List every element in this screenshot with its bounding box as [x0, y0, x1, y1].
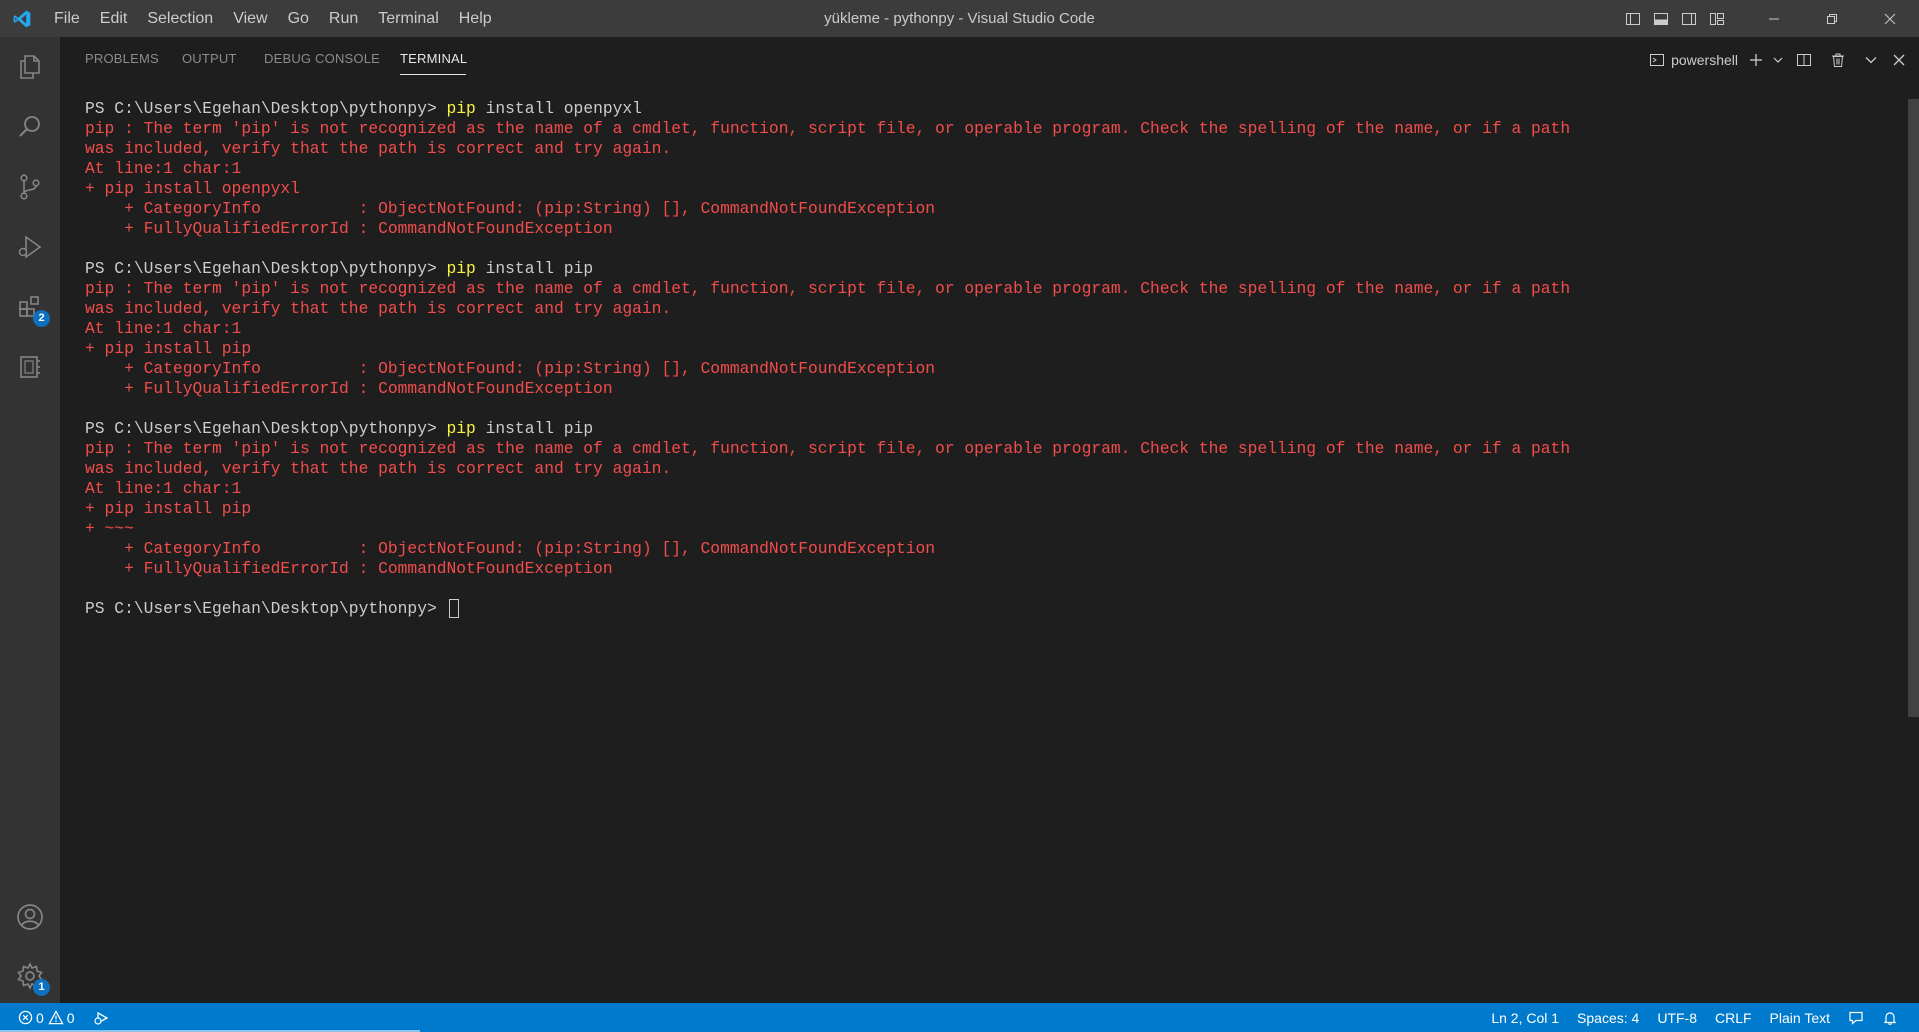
run-and-debug-icon[interactable] — [0, 217, 60, 277]
error-icon — [18, 1010, 33, 1025]
minimize-button[interactable] — [1745, 0, 1803, 37]
notifications-bell-icon[interactable] — [1873, 1003, 1907, 1032]
menu-bar: File Edit Selection View Go Run Terminal… — [44, 0, 502, 37]
menu-selection[interactable]: Selection — [137, 0, 223, 37]
error-count: 0 — [36, 1009, 44, 1026]
error-line: + FullyQualifiedErrorId : CommandNotFoun… — [85, 219, 613, 238]
toggle-panel-icon[interactable] — [1647, 0, 1675, 37]
cursor-position[interactable]: Ln 2, Col 1 — [1482, 1003, 1568, 1032]
terminal-icon — [1650, 53, 1665, 66]
tab-output[interactable]: OUTPUT — [182, 51, 237, 66]
prompt-line: PS C:\Users\Egehan\Desktop\pythonpy> pip… — [85, 99, 642, 118]
tab-terminal[interactable]: TERMINAL — [400, 51, 467, 66]
current-prompt-line[interactable]: PS C:\Users\Egehan\Desktop\pythonpy> — [85, 599, 1885, 619]
panel-header: PROBLEMS OUTPUT DEBUG CONSOLE TERMINAL p… — [60, 37, 1919, 82]
error-line: was included, verify that the path is co… — [85, 299, 672, 318]
line-ending[interactable]: CRLF — [1706, 1003, 1761, 1032]
terminal-output[interactable]: PS C:\Users\Egehan\Desktop\pythonpy> pip… — [85, 99, 1885, 999]
prompt-line: PS C:\Users\Egehan\Desktop\pythonpy> pip… — [85, 419, 594, 438]
error-line: + pip install pip — [85, 339, 252, 358]
accounts-icon[interactable] — [0, 887, 60, 947]
error-line: + ~~~ — [85, 519, 134, 538]
settings-badge: 1 — [33, 979, 50, 996]
source-control-icon[interactable] — [0, 157, 60, 217]
plus-icon — [1750, 53, 1762, 66]
active-tab-indicator — [400, 74, 466, 75]
error-line: was included, verify that the path is co… — [85, 139, 672, 158]
warning-count: 0 — [66, 1009, 75, 1026]
menu-terminal[interactable]: Terminal — [368, 0, 448, 37]
menu-view[interactable]: View — [223, 0, 277, 37]
menu-file[interactable]: File — [44, 0, 90, 37]
shell-name: powershell — [1671, 51, 1738, 68]
activity-bar: 2 1 — [0, 37, 60, 1003]
extensions-badge: 2 — [33, 310, 50, 327]
error-line: At line:1 char:1 — [85, 319, 242, 338]
toggle-secondary-sidebar-icon[interactable] — [1675, 0, 1703, 37]
terminal-shell-selector[interactable]: powershell — [1644, 37, 1743, 82]
prompt-line: PS C:\Users\Egehan\Desktop\pythonpy> pip… — [85, 259, 594, 278]
menu-run[interactable]: Run — [319, 0, 368, 37]
error-line: was included, verify that the path is co… — [85, 459, 672, 478]
title-bar: File Edit Selection View Go Run Terminal… — [0, 0, 1919, 37]
warning-icon — [48, 1010, 64, 1025]
extensions-icon[interactable]: 2 — [0, 277, 60, 337]
error-line: + CategoryInfo : ObjectNotFound: (pip:St… — [85, 359, 936, 378]
error-line: At line:1 char:1 — [85, 479, 242, 498]
kill-terminal-trash-icon[interactable] — [1821, 37, 1855, 82]
new-terminal-button[interactable] — [1743, 37, 1769, 82]
vscode-logo-icon — [0, 0, 44, 37]
feedback-icon[interactable] — [1839, 1003, 1873, 1032]
language-mode[interactable]: Plain Text — [1761, 1003, 1839, 1032]
menu-go[interactable]: Go — [278, 0, 319, 37]
maximize-panel-chevron-icon[interactable] — [1855, 37, 1887, 82]
tab-problems[interactable]: PROBLEMS — [85, 51, 159, 66]
indentation[interactable]: Spaces: 4 — [1568, 1003, 1648, 1032]
error-line: + CategoryInfo : ObjectNotFound: (pip:St… — [85, 539, 936, 558]
status-bar: 0 0 Ln 2, Col 1 Spaces: 4 UTF-8 CRLF Pla… — [0, 1003, 1919, 1032]
search-icon[interactable] — [0, 97, 60, 157]
close-panel-icon[interactable] — [1887, 37, 1919, 82]
error-line: + FullyQualifiedErrorId : CommandNotFoun… — [85, 559, 613, 578]
error-line: At line:1 char:1 — [85, 159, 242, 178]
live-share-icon[interactable] — [84, 1003, 120, 1032]
launch-profile-chevron-down-icon[interactable] — [1769, 37, 1787, 82]
problems-status[interactable]: 0 0 — [14, 1003, 84, 1032]
error-line: + FullyQualifiedErrorId : CommandNotFoun… — [85, 379, 613, 398]
error-line: + CategoryInfo : ObjectNotFound: (pip:St… — [85, 199, 936, 218]
error-line: + pip install pip — [85, 499, 252, 518]
menu-help[interactable]: Help — [449, 0, 502, 37]
notebook-icon[interactable] — [0, 337, 60, 397]
toggle-primary-sidebar-icon[interactable] — [1619, 0, 1647, 37]
terminal-scrollbar[interactable] — [1908, 99, 1919, 717]
error-line: pip : The term 'pip' is not recognized a… — [85, 279, 1571, 298]
encoding[interactable]: UTF-8 — [1648, 1003, 1706, 1032]
close-window-button[interactable] — [1861, 0, 1919, 37]
split-terminal-icon[interactable] — [1787, 37, 1821, 82]
error-line: pip : The term 'pip' is not recognized a… — [85, 119, 1571, 138]
restore-button[interactable] — [1803, 0, 1861, 37]
error-line: + pip install openpyxl — [85, 179, 300, 198]
terminal-cursor — [448, 599, 459, 619]
explorer-icon[interactable] — [0, 37, 60, 97]
error-line: pip : The term 'pip' is not recognized a… — [85, 439, 1571, 458]
manage-gear-icon[interactable]: 1 — [0, 946, 60, 1006]
tab-debug-console[interactable]: DEBUG CONSOLE — [264, 51, 380, 66]
customize-layout-icon[interactable] — [1703, 0, 1731, 37]
menu-edit[interactable]: Edit — [90, 0, 138, 37]
